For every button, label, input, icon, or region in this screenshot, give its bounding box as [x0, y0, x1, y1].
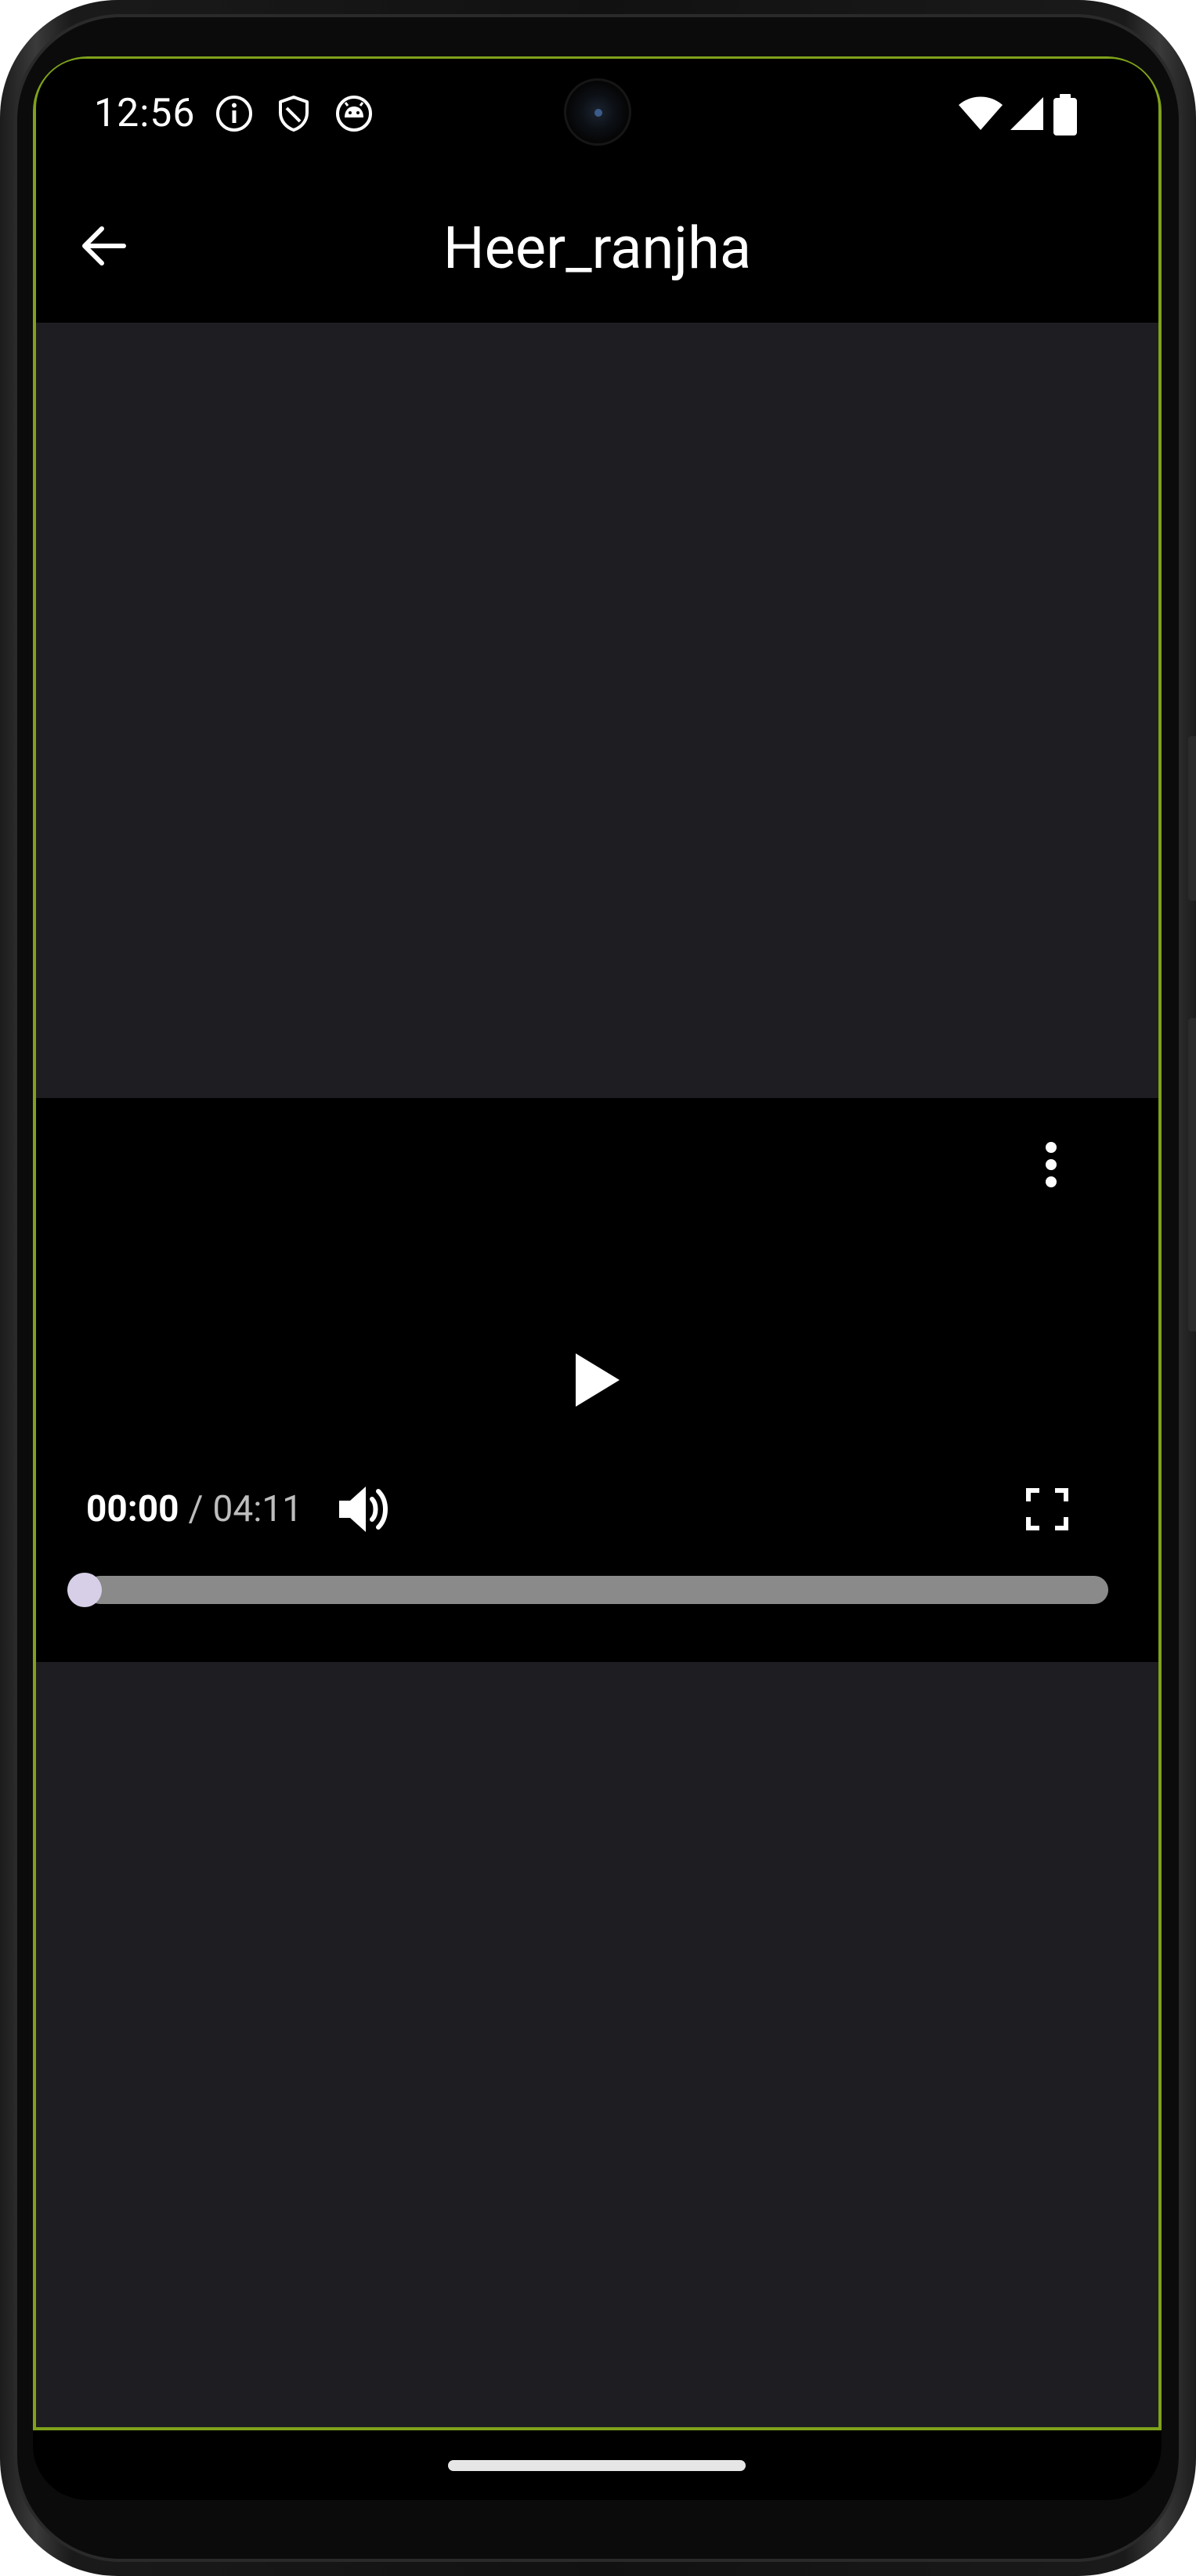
status-time: 12:56 — [94, 91, 196, 136]
video-area-bottom — [33, 1662, 1162, 2430]
progress-bar[interactable] — [86, 1576, 1108, 1604]
current-time: 00:00 — [86, 1488, 179, 1530]
app-bar: Heer_ranjha — [33, 174, 1162, 323]
more-options-button[interactable] — [1020, 1129, 1082, 1200]
fullscreen-icon — [1026, 1488, 1068, 1530]
arrow-back-icon — [82, 226, 126, 266]
volume-rocker — [1188, 1018, 1196, 1331]
wifi-icon — [957, 94, 1004, 133]
android-icon — [334, 94, 374, 133]
volume-up-icon — [339, 1487, 388, 1532]
page-title: Heer_ranjha — [443, 214, 752, 283]
shield-icon — [274, 94, 313, 133]
fullscreen-button[interactable] — [1012, 1474, 1082, 1545]
time-separator: / — [188, 1488, 204, 1530]
progress-thumb[interactable] — [67, 1573, 102, 1607]
total-time: 04:11 — [212, 1488, 303, 1530]
more-vert-icon — [1046, 1142, 1057, 1187]
video-player[interactable]: 00:00 / 04:11 — [33, 1098, 1162, 1662]
battery-icon — [1051, 94, 1079, 135]
info-icon — [215, 94, 254, 133]
front-camera — [564, 78, 631, 146]
home-gesture-handle[interactable] — [448, 2460, 746, 2471]
back-button[interactable] — [72, 215, 135, 277]
time-display: 00:00 / 04:11 — [86, 1482, 302, 1537]
status-bar: 12:56 — [33, 56, 1162, 174]
play-icon — [576, 1353, 620, 1407]
navigation-bar — [33, 2430, 1162, 2500]
screen: 12:56 Heer_ranjha 00:00 / 04:11 — [33, 56, 1162, 2500]
power-button — [1188, 736, 1196, 901]
volume-button[interactable] — [331, 1474, 401, 1545]
device-frame: 12:56 Heer_ranjha 00:00 / 04:11 — [0, 0, 1196, 2576]
video-area-top — [33, 323, 1162, 1098]
signal-icon — [1007, 94, 1046, 133]
play-button[interactable] — [550, 1333, 644, 1427]
